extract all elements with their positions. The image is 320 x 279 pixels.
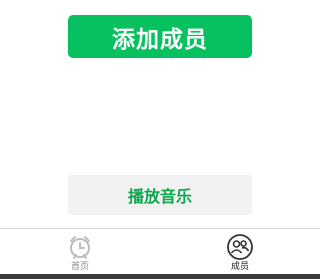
tab-home-label: 首页 — [70, 262, 89, 272]
tab-members[interactable]: 成员 — [215, 233, 265, 275]
add-member-button[interactable]: 添加成员 — [68, 15, 252, 58]
system-bottom-bar — [0, 274, 320, 279]
alarm-clock-icon — [66, 233, 94, 261]
play-music-button[interactable]: 播放音乐 — [68, 175, 252, 215]
tab-members-label: 成员 — [230, 262, 249, 272]
members-icon — [226, 233, 254, 261]
tab-home[interactable]: 首页 — [55, 233, 105, 275]
bottom-tab-bar: 首页 成员 — [0, 228, 320, 274]
